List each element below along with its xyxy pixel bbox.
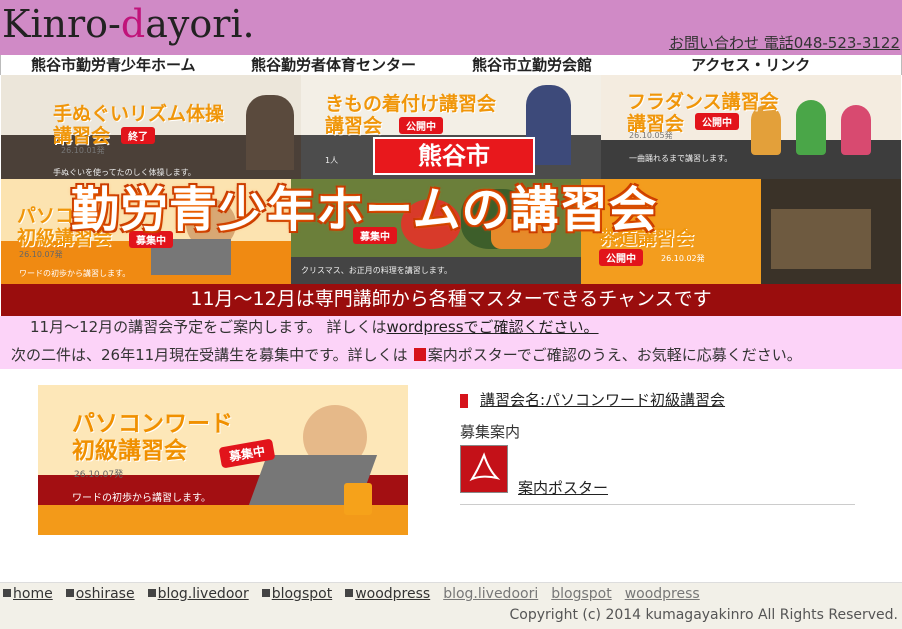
copyright-text: Copyright (c) 2014 kumagayakinro All Rig…: [509, 607, 898, 623]
nav-item-labor-hall[interactable]: 熊谷市立勤労会館: [472, 55, 592, 75]
logo-text-highlight: d: [120, 2, 146, 46]
main-nav: 熊谷市勤労青少年ホーム 熊谷勤労者体育センター 熊谷市立勤労会館 アクセス・リン…: [0, 55, 902, 75]
footer-link-woodpress[interactable]: woodpress: [345, 586, 430, 602]
footer-link-woodpress-2[interactable]: woodpress: [625, 586, 700, 602]
promo-date: 26.10.07発: [74, 470, 124, 480]
notice-line-1-text: 11月～12月の講習会予定をご案内します。 詳しくは: [30, 318, 387, 336]
notice-line-2-link[interactable]: 案内ポスターでご確認のうえ、お気軽に応募ください。: [428, 346, 802, 364]
wordpress-link[interactable]: wordpressでご確認ください。: [386, 318, 598, 336]
cup-icon: [344, 483, 372, 515]
footer-link-label: oshirase: [75, 586, 135, 602]
notice-line-2: 次の二件は、26年11月現在受講生を募集中です。詳しくは 案内ポスターでご確認のう…: [11, 344, 802, 365]
site-footer: home oshirase blog.livedoor blogspot woodpre…: [0, 582, 902, 629]
banner-tagline: 11月～12月は専門講師から各種マスターできるチャンスです: [1, 284, 901, 316]
site-header: Kinro-dayori. お問い合わせ 電話048-523-3122: [0, 0, 902, 55]
status-badge: 公開中: [399, 117, 443, 134]
site-logo[interactable]: Kinro-dayori.: [2, 2, 255, 46]
pdf-icon[interactable]: [413, 348, 426, 361]
square-bullet-icon: [3, 589, 11, 597]
banner-tile-sub: 一曲踊れるまで講習します。: [629, 154, 733, 163]
divider: [460, 504, 855, 505]
footer-link-blogspot-2[interactable]: blogspot: [551, 586, 611, 602]
status-badge: 公開中: [599, 249, 643, 266]
notice-area: 11月～12月の講習会予定をご案内します。 詳しくはwordpressでご確認く…: [0, 316, 902, 369]
course-promo-image[interactable]: パソコンワード 初級講習会 募集中 26.10.07発 ワードの初歩から講習しま…: [38, 385, 408, 535]
promo-title: パソコンワード 初級講習会: [72, 411, 233, 464]
square-bullet-icon: [65, 589, 74, 597]
banner-tile-sub: ワードの初歩から講習します。: [19, 269, 131, 278]
footer-link-label: blogspot: [271, 586, 333, 602]
hero-banner: 手ぬぐいリズム体操 講習会 終了 26.10.01発 手ぬぐいを使ってたのしく体…: [1, 75, 901, 316]
banner-tile-hula: フラダンス講習会 講習会 公開中 26.10.05発 一曲踊れるまで講習します。: [601, 75, 901, 179]
nav-item-sports-center[interactable]: 熊谷勤労者体育センター: [251, 55, 416, 75]
recruit-label: 募集案内: [460, 423, 521, 441]
course-name-link[interactable]: 講習会名:パソコンワード初級講習会: [480, 389, 725, 410]
banner-tile-sub: クリスマス、お正月の料理を講習します。: [301, 266, 452, 275]
pdf-icon[interactable]: [460, 445, 508, 493]
square-bullet-icon: [261, 589, 270, 597]
footer-link-blog-livedoor[interactable]: blog.livedoor: [147, 586, 249, 602]
status-badge: 終了: [121, 127, 155, 144]
footer-link-blog-livedoori[interactable]: blog.livedoori: [443, 586, 538, 602]
banner-headline: 勤労青少年ホームの講習会: [71, 182, 658, 238]
poster-link[interactable]: 案内ポスター: [518, 477, 608, 498]
logo-text-2: ayori.: [145, 2, 255, 46]
footer-link-label: home: [13, 586, 53, 602]
banner-tile-date: 26.10.05発: [629, 131, 673, 140]
banner-tile-date: 26.10.02発: [661, 254, 705, 263]
nav-item-access-links[interactable]: アクセス・リンク: [691, 55, 810, 75]
square-bullet-icon: [147, 589, 156, 597]
banner-tile-sub: 1人: [325, 156, 339, 165]
notice-line-1: 11月～12月の講習会予定をご案内します。 詳しくはwordpressでご確認く…: [30, 316, 599, 337]
square-bullet-icon: [345, 589, 354, 597]
banner-tile-rhythm: 手ぬぐいリズム体操 講習会 終了 26.10.01発 手ぬぐいを使ってたのしく体…: [1, 75, 301, 179]
course-section: パソコンワード 初級講習会 募集中 26.10.07発 ワードの初歩から講習しま…: [0, 369, 902, 582]
footer-links: home oshirase blog.livedoor blogspot woodpre…: [3, 586, 713, 602]
banner-tile-date: 26.10.01発: [61, 146, 105, 155]
red-marker-icon: [460, 391, 478, 410]
status-badge: 公開中: [695, 113, 739, 130]
footer-link-label: blog.livedoor: [157, 586, 249, 602]
footer-link-oshirase[interactable]: oshirase: [65, 586, 135, 602]
footer-link-blogspot[interactable]: blogspot: [261, 586, 333, 602]
notice-line-2-text: 次の二件は、26年11月現在受講生を募集中です。詳しくは: [11, 346, 408, 364]
banner-tile-date: 26.10.07発: [19, 250, 63, 259]
promo-description: ワードの初歩から講習します。: [72, 493, 211, 504]
footer-link-label: woodpress: [355, 586, 431, 602]
logo-text-1: Kinro-: [2, 2, 121, 46]
nav-item-youth-home[interactable]: 熊谷市勤労青少年ホーム: [31, 55, 196, 75]
footer-link-home[interactable]: home: [3, 586, 53, 602]
contact-link[interactable]: お問い合わせ 電話048-523-3122: [669, 32, 900, 53]
